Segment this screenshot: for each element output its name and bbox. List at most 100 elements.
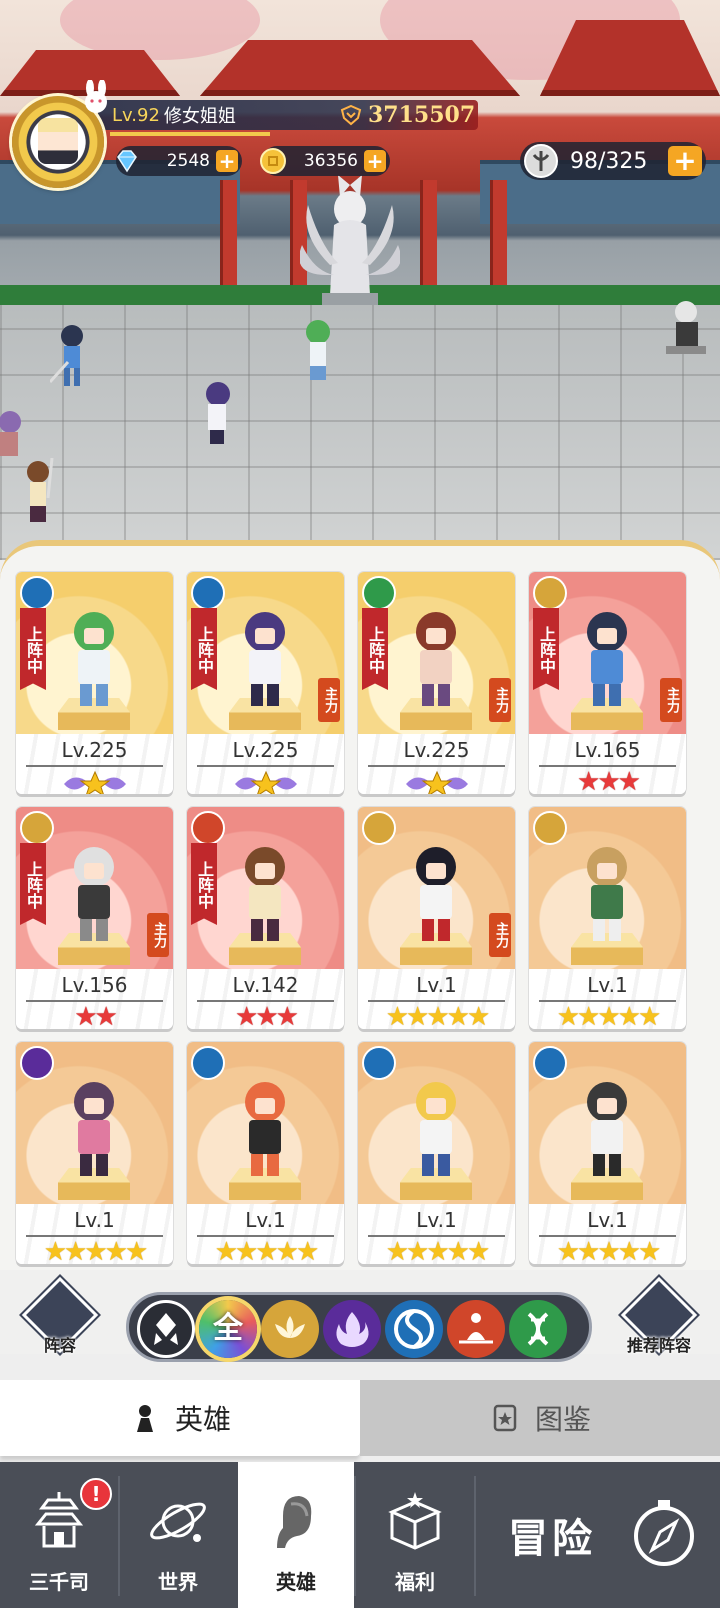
nav-world[interactable]: 世界 <box>120 1462 236 1608</box>
faction-water-icon <box>191 1046 225 1080</box>
recommend-lineup-button[interactable]: 推荐阵容 <box>614 1276 704 1358</box>
hero-level: Lv.1 <box>416 1208 457 1232</box>
nav-welfare[interactable]: 福利 <box>356 1462 474 1608</box>
faction-lotus-icon <box>533 811 567 845</box>
filter-all-label: 全 <box>213 1311 243 1346</box>
tab-codex[interactable]: 图鉴 <box>360 1380 720 1456</box>
hero-sprite <box>587 1082 627 1176</box>
nav-adventure[interactable]: 冒险 <box>478 1462 720 1608</box>
hero-sprite <box>74 1082 114 1176</box>
filter-helix-icon[interactable] <box>509 1300 567 1358</box>
hero-stars: ★★★★★ <box>385 1002 491 1029</box>
faction-water-icon <box>533 1046 567 1080</box>
lineup-label: 阵容 <box>43 1336 76 1355</box>
hero-level: Lv.225 <box>61 738 128 762</box>
faction-lotus-icon <box>533 576 567 610</box>
hero-rank <box>358 768 515 794</box>
hero-stars: ★★★ <box>577 767 641 794</box>
nav-home-label: 三千司 <box>29 1570 89 1594</box>
filter-flame-icon[interactable] <box>323 1300 381 1358</box>
faction-meditate-icon <box>191 811 225 845</box>
hero-card[interactable]: 上阵中 主力 Lv.225 <box>358 572 515 794</box>
hero-card[interactable]: 上阵中 Lv.225 <box>16 572 173 794</box>
add-gold-button[interactable]: + <box>364 150 386 172</box>
hero-card[interactable]: Lv.1 ★★★★★ <box>529 1042 686 1264</box>
hero-card[interactable]: 主力 Lv.1 ★★★★★ <box>358 807 515 1029</box>
tab-heroes-label: 英雄 <box>174 1403 231 1436</box>
hero-card[interactable]: Lv.1 ★★★★★ <box>529 807 686 1029</box>
player-level: Lv.92 <box>112 104 160 126</box>
compass-icon <box>634 1500 694 1566</box>
hero-level: Lv.1 <box>74 1208 115 1232</box>
hero-card[interactable]: 上阵中 主力 Lv.165 ★★★ <box>529 572 686 794</box>
deployed-tag: 上阵中 <box>20 608 46 690</box>
hero-card-divider <box>197 765 334 767</box>
faction-filter-bar: 全 <box>126 1292 592 1362</box>
faction-nature-icon <box>362 576 396 610</box>
main-force-tag: 主力 <box>318 678 340 722</box>
bottom-navigation: 三千司 ! 世界 英雄 福利 冒险 <box>0 1462 720 1608</box>
filter-meditate-icon[interactable] <box>447 1300 505 1358</box>
faction-water-icon <box>20 576 54 610</box>
combat-power-value: 3715507 <box>368 102 476 128</box>
hero-card[interactable]: 上阵中主力 Lv.225 <box>187 572 344 794</box>
awakened-rank-icon <box>405 770 468 794</box>
diamond-currency: 2548 + <box>116 146 242 176</box>
nav-heroes[interactable]: 英雄 <box>238 1462 354 1608</box>
hero-level: Lv.1 <box>416 973 457 997</box>
combat-power: 3715507 <box>340 100 475 130</box>
tab-heroes[interactable]: 英雄 <box>0 1380 360 1456</box>
scene-hero-purple-edge <box>0 411 21 456</box>
gold-currency: 36356 + <box>260 146 390 176</box>
deployed-tag: 上阵中 <box>20 843 46 925</box>
filter-water-swirl-icon[interactable] <box>385 1300 443 1358</box>
lineup-button[interactable]: 阵容 <box>21 1276 99 1358</box>
main-force-tag: 主力 <box>147 913 169 957</box>
hero-level: Lv.225 <box>232 738 299 762</box>
filter-all-button[interactable]: 全 <box>199 1300 257 1358</box>
add-energy-button[interactable]: + <box>668 146 702 176</box>
gold-coin-icon <box>260 148 286 174</box>
hero-sprite <box>416 847 456 941</box>
hero-level: Lv.1 <box>587 1208 628 1232</box>
diamond-value: 2548 <box>166 151 210 171</box>
planet-icon <box>150 1502 206 1542</box>
hero-card[interactable]: Lv.1 ★★★★★ <box>358 1042 515 1264</box>
filter-lotus-icon[interactable] <box>261 1300 319 1358</box>
faction-lotus-icon <box>362 811 396 845</box>
hero-level: Lv.156 <box>61 973 128 997</box>
energy-counter: 98/325 + <box>520 142 706 180</box>
hero-silhouette-icon <box>136 1405 153 1432</box>
hero-card-divider <box>26 765 163 767</box>
scene-hero-blue-swordsman <box>50 325 83 386</box>
nav-welfare-label: 福利 <box>395 1570 435 1594</box>
deployed-tag: 上阵中 <box>191 608 217 690</box>
hero-sprite <box>245 1082 285 1176</box>
hero-card[interactable]: Lv.1 ★★★★★ <box>16 1042 173 1264</box>
main-force-tag: 主力 <box>489 913 511 957</box>
scene-hero-purple-girl <box>206 382 230 444</box>
main-force-tag: 主力 <box>489 678 511 722</box>
filter-triangle-icon[interactable] <box>137 1300 195 1358</box>
hero-head-icon <box>277 1496 312 1548</box>
nav-adventure-label: 冒险 <box>508 1516 596 1562</box>
recommend-lineup-label: 推荐阵容 <box>626 1336 691 1355</box>
hero-card[interactable]: 上阵中 Lv.142 ★★★ <box>187 807 344 1029</box>
gift-box-icon <box>388 1492 442 1550</box>
main-force-tag: 主力 <box>660 678 682 722</box>
hero-sprite <box>587 612 627 706</box>
hero-sprite <box>74 612 114 706</box>
hero-stars: ★★★★★ <box>556 1237 662 1264</box>
add-diamonds-button[interactable]: + <box>216 150 238 172</box>
hero-sprite <box>245 847 285 941</box>
hero-sprite <box>74 847 114 941</box>
hero-card[interactable]: Lv.1 ★★★★★ <box>187 1042 344 1264</box>
faction-water-icon <box>191 576 225 610</box>
hero-level: Lv.1 <box>245 1208 286 1232</box>
courtyard-floor <box>0 305 720 560</box>
nav-home[interactable]: 三千司 ! <box>0 1462 118 1608</box>
hero-card[interactable]: 上阵中 主力 Lv.156 ★★ <box>16 807 173 1029</box>
gold-value: 36356 <box>303 151 358 171</box>
hero-sprite <box>416 1082 456 1176</box>
battle-scene: Lv.92 修女姐姐 3715507 2548 + 36356 + 98/325… <box>0 0 720 560</box>
